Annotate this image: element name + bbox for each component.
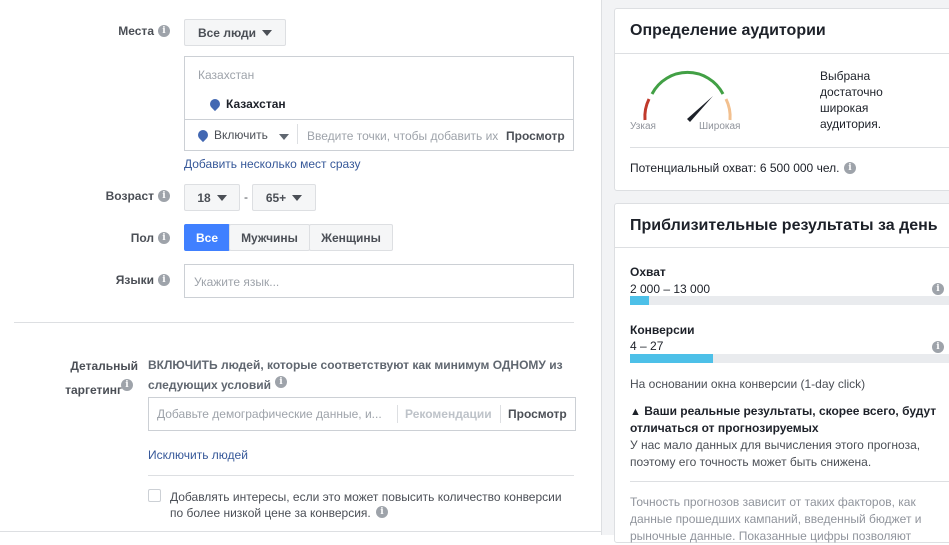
reach-bar-fill	[630, 296, 650, 305]
divider	[297, 124, 298, 144]
info-icon[interactable]: i	[121, 379, 133, 391]
chevron-down-icon	[292, 194, 303, 201]
audience-definition-card: Определение аудитории Узкая Широкая Выбр…	[614, 8, 949, 191]
expansion-checkbox[interactable]	[148, 489, 161, 502]
age-max-dropdown[interactable]: 65+	[252, 184, 316, 211]
reach-label: Охват	[630, 265, 666, 279]
conversions-value: 4 – 27	[630, 339, 664, 353]
gauge-good-segment	[650, 71, 725, 95]
divider	[630, 147, 949, 148]
chevron-down-icon[interactable]	[279, 134, 289, 140]
age-label: Возраст	[105, 189, 154, 203]
conversions-bar-fill	[630, 354, 713, 363]
divider	[397, 405, 398, 423]
location-pin-icon	[207, 96, 223, 112]
recommendations-button[interactable]: Рекомендации	[405, 407, 492, 421]
age-min-dropdown[interactable]: 18	[184, 184, 240, 211]
browse-button[interactable]: Просмотр	[506, 129, 565, 143]
info-icon[interactable]: i	[844, 162, 856, 174]
places-dropdown-label: Все люди	[197, 25, 257, 40]
warning-icon: ▲	[630, 406, 641, 418]
selected-location[interactable]: Казахстан	[226, 97, 286, 111]
exclude-people-link[interactable]: Исключить людей	[148, 448, 248, 462]
audience-status: Выбрана достаточно широкая аудитория.	[820, 69, 883, 131]
detailed-targeting-label: Детальный таргетинг	[65, 359, 138, 397]
divider	[615, 53, 949, 54]
location-group-header: Казахстан	[198, 68, 255, 82]
age-min-value: 18	[197, 190, 211, 205]
warning-text: У нас мало данных для вычисления этого п…	[630, 438, 921, 469]
potential-reach: Потенциальный охват: 6 500 000 чел.	[630, 161, 840, 175]
age-separator: -	[244, 190, 248, 204]
gender-label: Пол	[130, 231, 154, 245]
location-search-input[interactable]: Введите точки, чтобы добавить их	[307, 129, 499, 143]
gauge-narrow-segment	[643, 98, 651, 121]
info-icon[interactable]: i	[158, 190, 170, 202]
estimated-results-card: Приблизительные результаты за день Охват…	[614, 203, 949, 543]
info-icon[interactable]: i	[158, 25, 170, 37]
conversion-window-note: На основании окна конверсии (1-day click…	[630, 377, 866, 391]
gauge-broad-segment	[724, 98, 732, 121]
divider	[185, 119, 573, 120]
browse-button[interactable]: Просмотр	[508, 407, 567, 421]
info-icon[interactable]: i	[932, 283, 944, 295]
divider	[615, 247, 949, 248]
divider	[148, 475, 574, 476]
location-box: Казахстан Казахстан Включить Введите точ…	[184, 56, 574, 151]
expansion-text: Добавлять интересы, если это может повыс…	[170, 490, 562, 520]
include-dropdown[interactable]: Включить	[214, 128, 268, 142]
audience-gauge	[643, 71, 732, 122]
info-icon[interactable]: i	[158, 274, 170, 286]
card-title: Определение аудитории	[630, 22, 826, 39]
divider	[500, 405, 501, 423]
gender-all-button[interactable]: Все	[184, 224, 230, 251]
location-pin-icon	[195, 127, 211, 143]
conversions-label: Конверсии	[630, 323, 695, 337]
forecast-warning: ▲ Ваши реальные результаты, скорее всего…	[630, 404, 937, 435]
gauge-needle	[687, 96, 713, 122]
detailed-targeting-placeholder: Добавьте демографические данные, и...	[157, 407, 382, 421]
info-icon[interactable]: i	[376, 506, 388, 518]
places-label: Места	[118, 24, 154, 38]
gender-women-button[interactable]: Женщины	[309, 224, 393, 251]
detailed-targeting-input[interactable]: Добавьте демографические данные, и... Ре…	[148, 397, 576, 431]
languages-placeholder: Укажите язык...	[194, 275, 280, 289]
reach-bar	[630, 296, 949, 305]
info-icon[interactable]: i	[158, 232, 170, 244]
gauge-narrow-label: Узкая	[630, 121, 656, 132]
gauge-broad-label: Широкая	[699, 121, 741, 132]
info-icon[interactable]: i	[932, 341, 944, 353]
forecast-disclaimer: Точность прогнозов зависит от таких факт…	[630, 495, 922, 543]
detailed-targeting-description: ВКЛЮЧИТЬ людей, которые соответствуют ка…	[148, 358, 563, 392]
chevron-down-icon	[216, 194, 227, 201]
languages-label: Языки	[115, 273, 154, 287]
divider	[0, 531, 601, 532]
divider	[14, 322, 574, 323]
divider	[630, 481, 949, 482]
gender-men-button[interactable]: Мужчины	[229, 224, 310, 251]
languages-input[interactable]: Укажите язык...	[184, 264, 574, 298]
add-multiple-locations-link[interactable]: Добавить несколько мест сразу	[184, 157, 360, 171]
conversions-bar	[630, 354, 949, 363]
info-icon[interactable]: i	[275, 376, 287, 388]
chevron-down-icon	[262, 29, 273, 36]
card-title: Приблизительные результаты за день	[630, 217, 938, 234]
age-max-value: 65+	[265, 190, 287, 205]
reach-value: 2 000 – 13 000	[630, 282, 711, 296]
places-dropdown[interactable]: Все люди	[184, 19, 286, 46]
